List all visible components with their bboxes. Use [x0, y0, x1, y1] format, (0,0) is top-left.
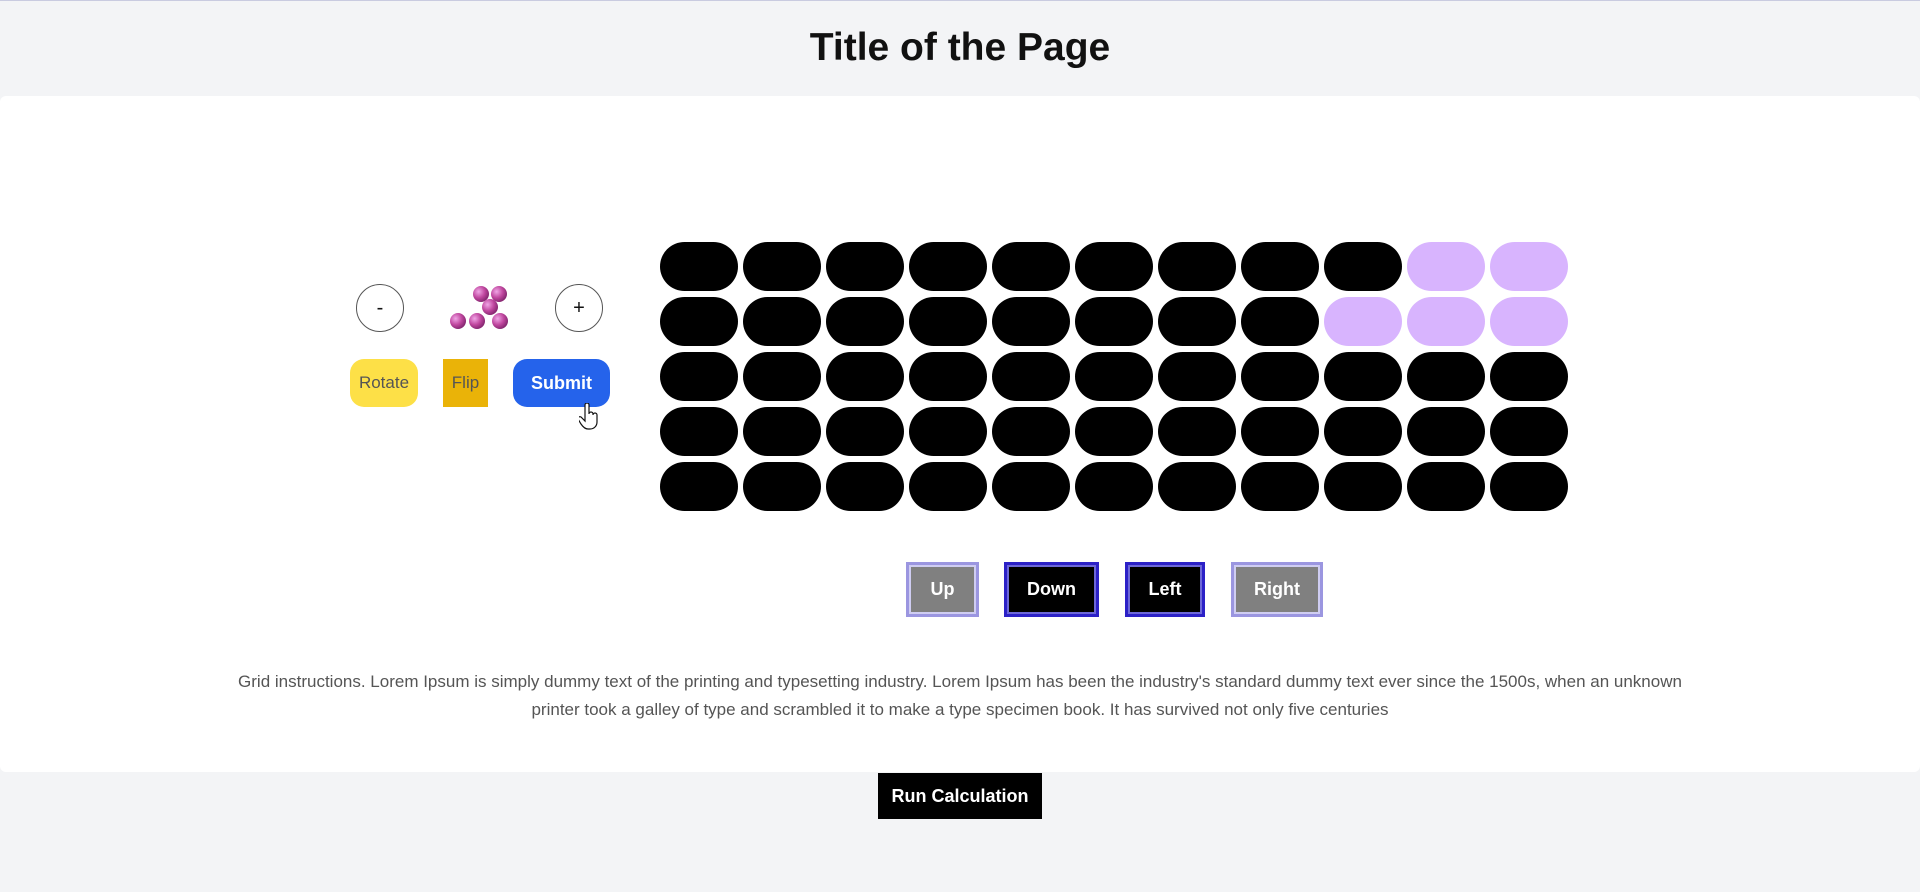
decrease-button[interactable]: - [356, 284, 404, 332]
grid-cell[interactable] [660, 352, 738, 401]
grid-cell[interactable] [1241, 242, 1319, 291]
grid-cell[interactable] [1407, 462, 1485, 511]
grid-cell[interactable] [1324, 352, 1402, 401]
grid-cell[interactable] [1075, 242, 1153, 291]
board-grid[interactable] [660, 242, 1572, 512]
grid-instructions: Grid instructions. Lorem Ipsum is simply… [238, 672, 1682, 719]
grid-cell-filled[interactable] [1407, 297, 1485, 346]
grid-cell[interactable] [909, 352, 987, 401]
grid-cell[interactable] [826, 462, 904, 511]
grid-cell[interactable] [743, 297, 821, 346]
submit-button[interactable]: Submit [513, 359, 610, 407]
grid-cell[interactable] [1158, 407, 1236, 456]
increase-button[interactable]: + [555, 284, 603, 332]
grid-cell[interactable] [1407, 352, 1485, 401]
grid-cell[interactable] [1241, 407, 1319, 456]
grid-cell-filled[interactable] [1490, 297, 1568, 346]
grid-cell[interactable] [992, 462, 1070, 511]
grid-cell-filled[interactable] [1324, 297, 1402, 346]
grid-cell[interactable] [743, 352, 821, 401]
grid-cell[interactable] [743, 242, 821, 291]
grid-cell[interactable] [660, 407, 738, 456]
down-button[interactable]: Down [1004, 562, 1099, 617]
grid-cell[interactable] [1158, 352, 1236, 401]
grid-cell[interactable] [1075, 297, 1153, 346]
run-calculation-button[interactable]: Run Calculation [878, 773, 1042, 819]
hand-cursor-icon [579, 403, 598, 430]
grid-cell[interactable] [1075, 462, 1153, 511]
grid-cell[interactable] [660, 297, 738, 346]
grid-cell[interactable] [1241, 297, 1319, 346]
left-button[interactable]: Left [1125, 562, 1205, 617]
grid-cell[interactable] [660, 462, 738, 511]
grid-cell[interactable] [1075, 352, 1153, 401]
grid-cell[interactable] [1158, 462, 1236, 511]
grid-cell[interactable] [992, 297, 1070, 346]
grid-cell[interactable] [1324, 407, 1402, 456]
grid-cell[interactable] [1158, 297, 1236, 346]
page-title: Title of the Page [809, 26, 1111, 69]
purple-molecule-piece-icon [450, 286, 508, 329]
up-button[interactable]: Up [906, 562, 979, 617]
grid-cell[interactable] [1241, 462, 1319, 511]
grid-cell[interactable] [1324, 462, 1402, 511]
grid-cell[interactable] [992, 407, 1070, 456]
right-button[interactable]: Right [1231, 562, 1323, 617]
main-card: - + Rotate Flip Submit Up Down Left Righ… [0, 96, 1920, 819]
grid-cell[interactable] [660, 242, 738, 291]
grid-cell[interactable] [826, 297, 904, 346]
flip-button[interactable]: Flip [443, 359, 488, 407]
grid-cell[interactable] [1490, 407, 1568, 456]
grid-cell[interactable] [1158, 242, 1236, 291]
grid-cell[interactable] [909, 462, 987, 511]
grid-cell[interactable] [826, 242, 904, 291]
grid-cell[interactable] [909, 242, 987, 291]
grid-cell[interactable] [826, 407, 904, 456]
grid-cell[interactable] [992, 352, 1070, 401]
grid-cell[interactable] [909, 297, 987, 346]
grid-cell[interactable] [992, 242, 1070, 291]
grid-cell-filled[interactable] [1407, 242, 1485, 291]
grid-cell[interactable] [909, 407, 987, 456]
grid-cell[interactable] [1490, 352, 1568, 401]
rotate-button[interactable]: Rotate [350, 359, 418, 407]
grid-cell[interactable] [826, 352, 904, 401]
grid-cell[interactable] [1241, 352, 1319, 401]
grid-cell-filled[interactable] [1490, 242, 1568, 291]
grid-cell[interactable] [743, 407, 821, 456]
grid-cell[interactable] [1324, 242, 1402, 291]
grid-cell[interactable] [743, 462, 821, 511]
grid-cell[interactable] [1075, 407, 1153, 456]
grid-cell[interactable] [1407, 407, 1485, 456]
grid-cell[interactable] [1490, 462, 1568, 511]
